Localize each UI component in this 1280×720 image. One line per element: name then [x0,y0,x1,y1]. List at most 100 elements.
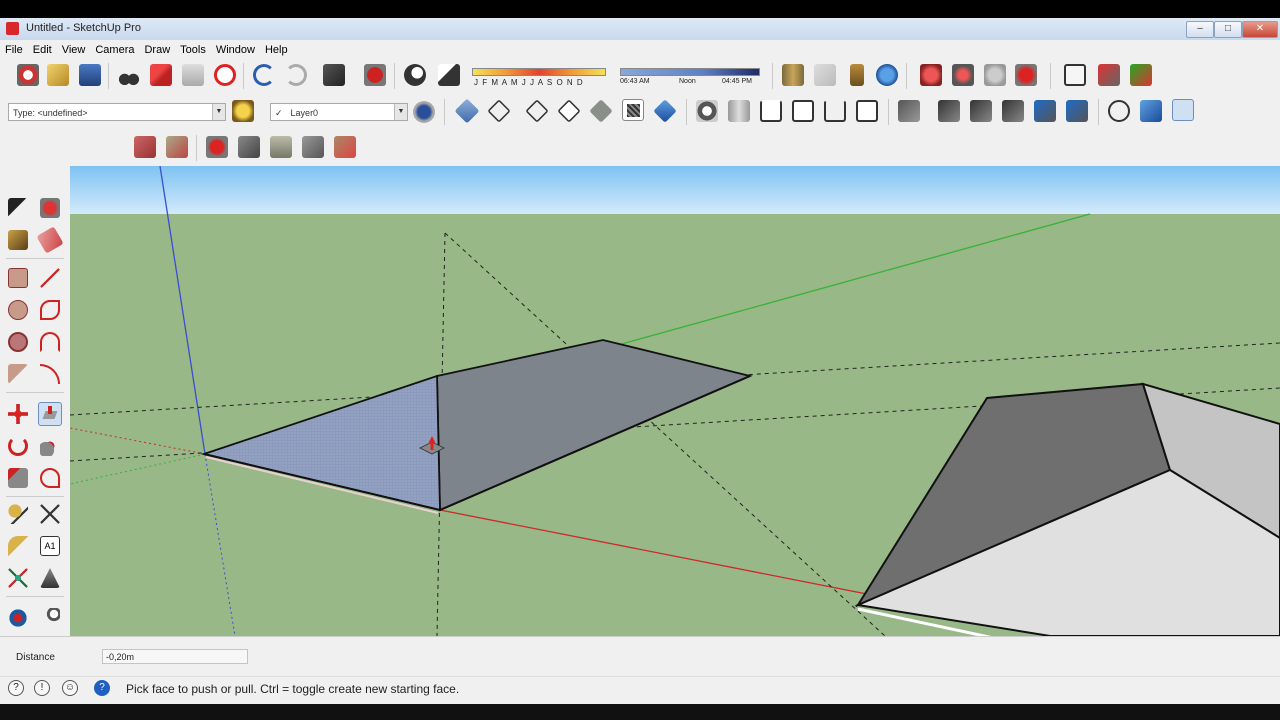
union-icon[interactable] [970,100,992,122]
model-viewport[interactable] [70,166,1280,636]
flip-edge-icon[interactable] [270,136,292,158]
menu-help[interactable]: Help [260,42,293,56]
add-detail-icon[interactable] [238,136,260,158]
hidden-line-icon[interactable] [557,99,581,123]
split-icon[interactable] [1066,100,1088,122]
back-view-icon[interactable] [824,100,846,122]
undo-icon[interactable] [253,64,275,86]
outer-shell-icon[interactable] [898,100,920,122]
component-options-icon[interactable] [1015,64,1037,86]
monochrome-icon[interactable] [653,99,677,123]
push-pull-tool-icon[interactable] [38,402,62,426]
ext-warehouse-icon[interactable] [920,64,942,86]
from-scratch-icon[interactable] [334,136,356,158]
menu-edit[interactable]: Edit [28,42,57,56]
menu-tools[interactable]: Tools [175,42,211,56]
stamp-icon[interactable] [166,136,188,158]
intersect-icon[interactable] [938,100,960,122]
follow-me-tool-icon[interactable] [40,436,60,456]
dimension-tool-icon[interactable] [40,504,60,524]
minimize-button[interactable]: – [1186,21,1214,38]
left-view-icon[interactable] [856,100,878,122]
paint-bucket-icon[interactable] [8,230,28,250]
save-icon[interactable] [79,64,101,86]
entity-type-combo[interactable]: Type: <undefined> ▼ [8,103,226,121]
axes-tool-icon[interactable] [8,568,28,588]
from-contours-icon[interactable] [302,136,324,158]
freehand-tool-icon[interactable] [40,300,60,320]
model-info-icon[interactable] [364,64,386,86]
trim-icon[interactable] [1034,100,1056,122]
back-edges-icon[interactable] [487,99,511,123]
position-camera-icon[interactable] [1108,100,1130,122]
3d-warehouse-icon[interactable] [850,64,864,86]
select-tool-icon[interactable] [8,198,28,218]
move-tool-icon[interactable] [8,404,28,424]
section-plane-icon[interactable] [782,64,804,86]
scale-tool-icon[interactable] [8,468,28,488]
copy-icon[interactable] [150,64,172,86]
rectangle-tool-icon[interactable] [8,268,28,288]
polygon-tool-icon[interactable] [8,332,28,352]
offset-tool-icon[interactable] [40,468,60,488]
pan-tool-icon[interactable] [40,608,60,628]
credits-icon[interactable]: ! [34,680,50,696]
user-icon[interactable]: ☺ [62,680,78,696]
eraser-icon[interactable] [36,226,64,254]
fog-icon[interactable] [438,64,460,86]
cut-icon[interactable] [118,64,140,86]
maximize-button[interactable]: □ [1214,21,1242,38]
menu-file[interactable]: File [0,42,28,56]
menu-view[interactable]: View [57,42,91,56]
sandbox-icon[interactable] [1064,64,1086,86]
shadow-date-slider[interactable] [472,68,606,76]
paste-icon[interactable] [182,64,204,86]
component-attributes-icon[interactable] [1130,64,1152,86]
smoove-icon[interactable] [134,136,156,158]
three-point-arc-icon[interactable] [40,364,60,384]
line-tool-icon[interactable] [40,268,60,288]
iso-view-icon[interactable] [696,100,718,122]
xray-icon[interactable] [454,98,480,124]
shadow-time-slider[interactable] [620,68,760,76]
look-around-icon[interactable] [1140,100,1162,122]
circle-tool-icon[interactable] [8,300,28,320]
redo-icon[interactable] [285,64,307,86]
paint-bucket-toolbar-icon[interactable] [232,100,254,122]
add-location-icon[interactable] [814,64,836,86]
erase-icon[interactable] [214,64,236,86]
share-model-icon[interactable] [984,64,1006,86]
geolocation-icon[interactable]: ? [8,680,24,696]
measurement-input[interactable]: -0,20m [102,649,248,664]
menu-window[interactable]: Window [211,42,260,56]
share-component-icon[interactable] [952,64,974,86]
layer-manager-icon[interactable] [413,101,435,123]
front-view-icon[interactable] [760,100,782,122]
subtract-icon[interactable] [1002,100,1024,122]
make-component-icon[interactable] [40,198,60,218]
dynamic-components-icon[interactable] [1098,64,1120,86]
orbit-tool-icon[interactable] [8,608,28,628]
tape-measure-icon[interactable] [8,504,28,524]
menu-camera[interactable]: Camera [90,42,139,56]
layer-combo[interactable]: ✓ Layer0 ▼ [270,103,408,121]
shadows-toggle-icon[interactable] [404,64,426,86]
print-icon[interactable] [323,64,345,86]
top-view-icon[interactable] [728,100,750,122]
shaded-textures-icon[interactable] [622,99,644,121]
rotate-tool-icon[interactable] [8,436,28,456]
wireframe-icon[interactable] [525,99,549,123]
google-earth-icon[interactable] [876,64,898,86]
text-tool-icon[interactable]: A1 [40,536,60,556]
shaded-icon[interactable] [589,99,613,123]
open-folder-icon[interactable] [47,64,69,86]
drape-icon[interactable] [206,136,228,158]
3d-text-icon[interactable] [40,568,60,588]
new-model-icon[interactable] [17,64,39,86]
arc-tool-icon[interactable] [40,332,60,352]
pie-tool-icon[interactable] [8,364,28,384]
close-button[interactable]: ✕ [1242,21,1278,38]
right-view-icon[interactable] [792,100,814,122]
help-icon[interactable]: ? [94,680,110,696]
protractor-icon[interactable] [8,536,28,556]
